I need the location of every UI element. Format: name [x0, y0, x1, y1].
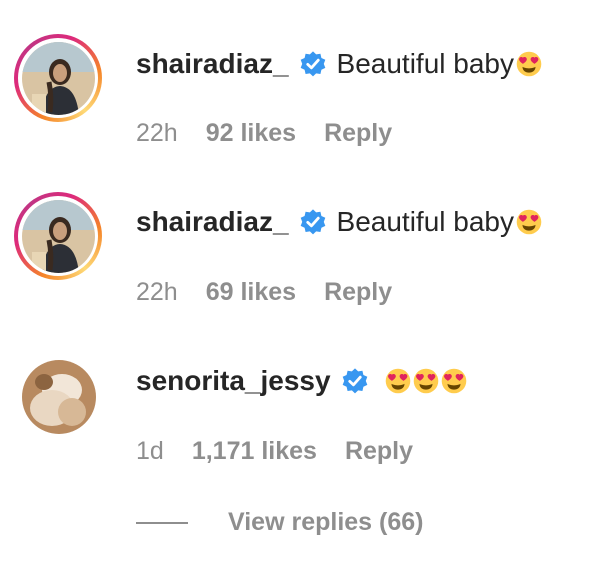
comment-meta: 22h 92 likes Reply	[136, 118, 420, 148]
avatar-photo	[21, 41, 95, 115]
view-replies-button[interactable]: View replies (66)	[136, 508, 423, 537]
reply-button[interactable]: Reply	[324, 118, 392, 148]
comment-meta: 22h 69 likes Reply	[136, 277, 420, 307]
heart-eyes-emoji-icon	[516, 209, 542, 235]
avatar-photo	[22, 360, 96, 434]
reply-button[interactable]: Reply	[324, 277, 392, 307]
username[interactable]: shairadiaz_	[136, 205, 289, 239]
likes-count-link[interactable]: 1,171 likes	[192, 436, 317, 466]
avatar	[21, 41, 95, 115]
reply-button[interactable]: Reply	[345, 436, 413, 466]
comment-time: 22h	[136, 119, 178, 147]
comment-text: Beautiful baby	[336, 48, 514, 79]
comment-time: 22h	[136, 278, 178, 306]
heart-eyes-emoji-icon	[413, 368, 439, 394]
heart-eyes-emoji-icon	[516, 51, 542, 77]
avatar-photo	[21, 199, 95, 273]
comment-text: Beautiful baby	[336, 206, 514, 237]
replies-divider-line	[136, 521, 188, 524]
view-replies-label: View replies (66)	[228, 508, 424, 536]
likes-count-link[interactable]: 69 likes	[206, 277, 296, 307]
likes-count-link[interactable]: 92 likes	[206, 118, 296, 148]
verified-badge-icon	[299, 50, 327, 78]
comment-meta: 1d 1,171 likes Reply	[136, 436, 441, 466]
avatar	[21, 199, 95, 273]
comment-time: 1d	[136, 437, 164, 465]
avatar[interactable]	[22, 360, 96, 434]
avatar-story-ring[interactable]	[14, 192, 102, 280]
username[interactable]: senorita_jessy	[136, 364, 331, 398]
verified-badge-icon	[299, 208, 327, 236]
heart-eyes-emoji-icon	[385, 368, 411, 394]
heart-eyes-emoji-icon	[441, 368, 467, 394]
verified-badge-icon	[341, 367, 369, 395]
avatar-story-ring[interactable]	[14, 34, 102, 122]
username[interactable]: shairadiaz_	[136, 47, 289, 81]
